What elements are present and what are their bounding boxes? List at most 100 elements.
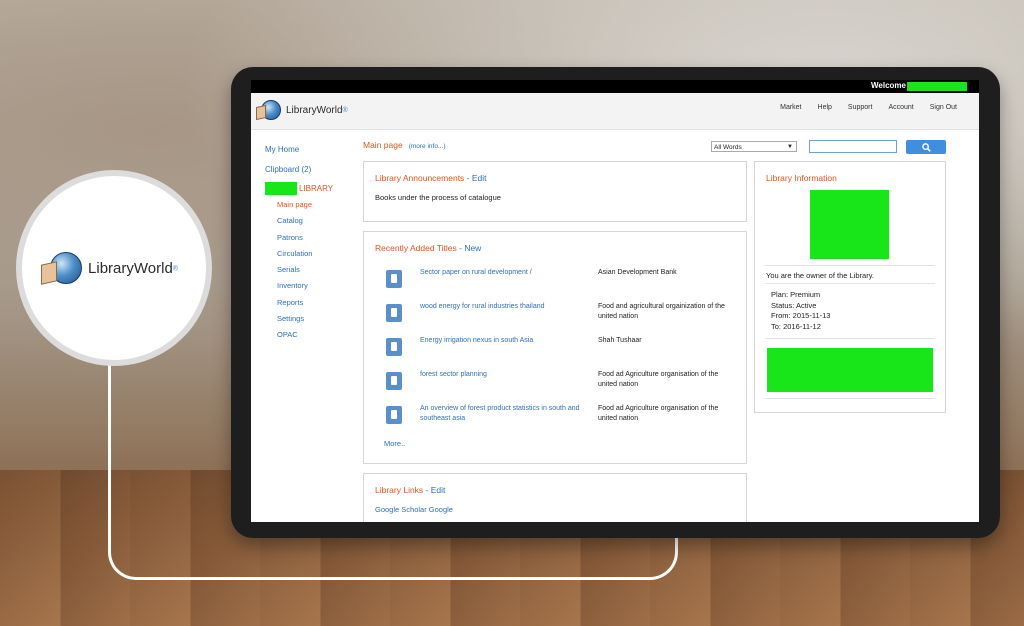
title-author: Food ad Agriculture organisation of the …	[598, 371, 719, 388]
library-details-redaction	[767, 348, 933, 392]
nav-support[interactable]: Support	[848, 104, 873, 111]
more-titles-link[interactable]: More..	[384, 439, 405, 448]
document-icon	[386, 338, 402, 356]
hero-logo: LibraryWorld®	[41, 252, 178, 285]
search-icon	[921, 142, 931, 152]
sidebar-item-main-page[interactable]: Main page	[277, 197, 355, 213]
search-input[interactable]	[809, 140, 897, 153]
hero-brand: LibraryWorld®	[88, 260, 178, 277]
library-name-row: LIBRARY	[265, 182, 355, 195]
sidebar-item-clipboard[interactable]: Clipboard (2)	[265, 160, 355, 180]
nav-help[interactable]: Help	[818, 104, 832, 111]
app-header: LibraryWorld® Market Help Support Accoun…	[251, 93, 979, 130]
chevron-down-icon: ▼	[787, 144, 793, 150]
app-reg-mark: ®	[342, 106, 348, 114]
library-menu: Main page Catalog Patrons Circulation Se…	[277, 197, 355, 344]
announcements-title-text: Library Announcements	[375, 173, 465, 183]
links-sep: -	[423, 485, 431, 495]
nav-sign-out[interactable]: Sign Out	[930, 104, 957, 111]
library-name-redaction	[265, 182, 297, 195]
divider	[765, 338, 935, 339]
announcements-edit-link[interactable]: Edit	[472, 173, 487, 183]
app-brand: LibraryWorld®	[286, 105, 348, 116]
document-icon	[386, 406, 402, 424]
sidebar-item-serials[interactable]: Serials	[277, 262, 355, 278]
plan-text: Plan: Premium	[771, 290, 821, 299]
main-heading: Main page (more info...)	[363, 140, 446, 150]
page-title: Main page	[363, 140, 403, 150]
username-redaction	[907, 82, 967, 91]
divider	[765, 283, 935, 284]
sidebar: My Home Clipboard (2) LIBRARY Main page …	[265, 140, 355, 344]
announcements-panel: Library Announcements - Edit Books under…	[363, 161, 747, 222]
search-button[interactable]	[906, 140, 946, 154]
globe-icon	[256, 100, 281, 121]
sidebar-item-settings[interactable]: Settings	[277, 311, 355, 327]
title-link[interactable]: wood energy for rural industries thailan…	[420, 302, 580, 312]
search-scope-select[interactable]: All Words ▼	[711, 141, 797, 152]
list-item: wood energy for rural industries thailan…	[386, 300, 736, 334]
library-info-panel: Library Information You are the owner of…	[754, 161, 946, 413]
app-brand-text: LibraryWorld	[286, 104, 343, 116]
sidebar-item-inventory[interactable]: Inventory	[277, 278, 355, 294]
title-link[interactable]: Energy irrigation nexus in south Asia	[420, 336, 580, 346]
library-info-title: Library Information	[766, 173, 837, 183]
announcements-title: Library Announcements - Edit	[375, 173, 487, 183]
sidebar-item-patrons[interactable]: Patrons	[277, 230, 355, 246]
library-logo-redaction	[810, 190, 889, 259]
from-date: From: 2015-11-13	[771, 311, 831, 320]
welcome-label: Welcome	[871, 81, 906, 90]
header-nav: Market Help Support Account Sign Out	[780, 104, 957, 111]
divider	[765, 398, 935, 399]
list-item: forest sector planning Food ad Agricultu…	[386, 368, 736, 402]
more-info-link[interactable]: (more info...)	[409, 143, 446, 150]
hero-logo-circle: LibraryWorld®	[16, 170, 212, 366]
book-icon	[41, 261, 58, 285]
top-bar: Welcome	[251, 80, 979, 93]
title-link[interactable]: An overview of forest product statistics…	[420, 404, 580, 424]
sidebar-item-catalog[interactable]: Catalog	[277, 213, 355, 229]
recent-titles-new-link[interactable]: New	[464, 243, 481, 253]
title-author: Asian Development Bank	[598, 269, 677, 276]
to-date: To: 2016-11-12	[771, 321, 821, 331]
list-item: Energy irrigation nexus in south Asia Sh…	[386, 334, 736, 368]
status-text: Status: Active	[771, 300, 817, 310]
nav-market[interactable]: Market	[780, 104, 801, 111]
title-author: Food and agricultural orgainization of t…	[598, 303, 725, 320]
sidebar-item-reports[interactable]: Reports	[277, 295, 355, 311]
sidebar-item-my-home[interactable]: My Home	[265, 140, 355, 160]
hero-brand-text: LibraryWorld	[88, 259, 173, 277]
title-link[interactable]: Sector paper on rural development /	[420, 268, 580, 278]
sidebar-item-opac[interactable]: OPAC	[277, 327, 355, 343]
title-author: Food ad Agriculture organisation of the …	[598, 405, 719, 422]
links-title-text: Library Links	[375, 485, 424, 495]
sidebar-item-circulation[interactable]: Circulation	[277, 246, 355, 262]
hero-reg-mark: ®	[172, 265, 178, 273]
title-author: Shah Tushaar	[598, 337, 642, 344]
links-edit-link[interactable]: Edit	[431, 485, 446, 495]
tablet-screen: Welcome LibraryWorld® Market Help Suppor…	[251, 80, 979, 522]
document-icon	[386, 270, 402, 288]
book-icon	[256, 104, 266, 121]
title-link[interactable]: forest sector planning	[420, 370, 580, 380]
globe-icon	[41, 252, 83, 285]
owner-note: You are the owner of the Library.	[766, 271, 874, 280]
links-title: Library Links - Edit	[375, 485, 445, 495]
list-item: An overview of forest product statistics…	[386, 402, 736, 436]
divider	[765, 265, 935, 266]
announcements-sep: -	[464, 173, 472, 183]
library-label: LIBRARY	[299, 184, 334, 193]
announcement-text: Books under the process of catalogue	[375, 193, 501, 202]
list-item: Sector paper on rural development / Asia…	[386, 266, 736, 300]
plan-details: Plan: Premium Status: Active From: 2015-…	[771, 290, 830, 332]
search-scope-value: All Words	[714, 144, 742, 151]
library-links-list[interactable]: Google Scholar Google	[375, 505, 453, 514]
app-logo[interactable]: LibraryWorld®	[256, 100, 348, 121]
nav-account[interactable]: Account	[888, 104, 913, 111]
recent-titles-title: Recently Added Titles - New	[375, 243, 481, 253]
document-icon	[386, 372, 402, 390]
recent-titles-panel: Recently Added Titles - New Sector paper…	[363, 231, 747, 464]
recent-titles-list: Sector paper on rural development / Asia…	[386, 266, 736, 436]
document-icon	[386, 304, 402, 322]
recent-titles-title-text: Recently Added Titles	[375, 243, 457, 253]
